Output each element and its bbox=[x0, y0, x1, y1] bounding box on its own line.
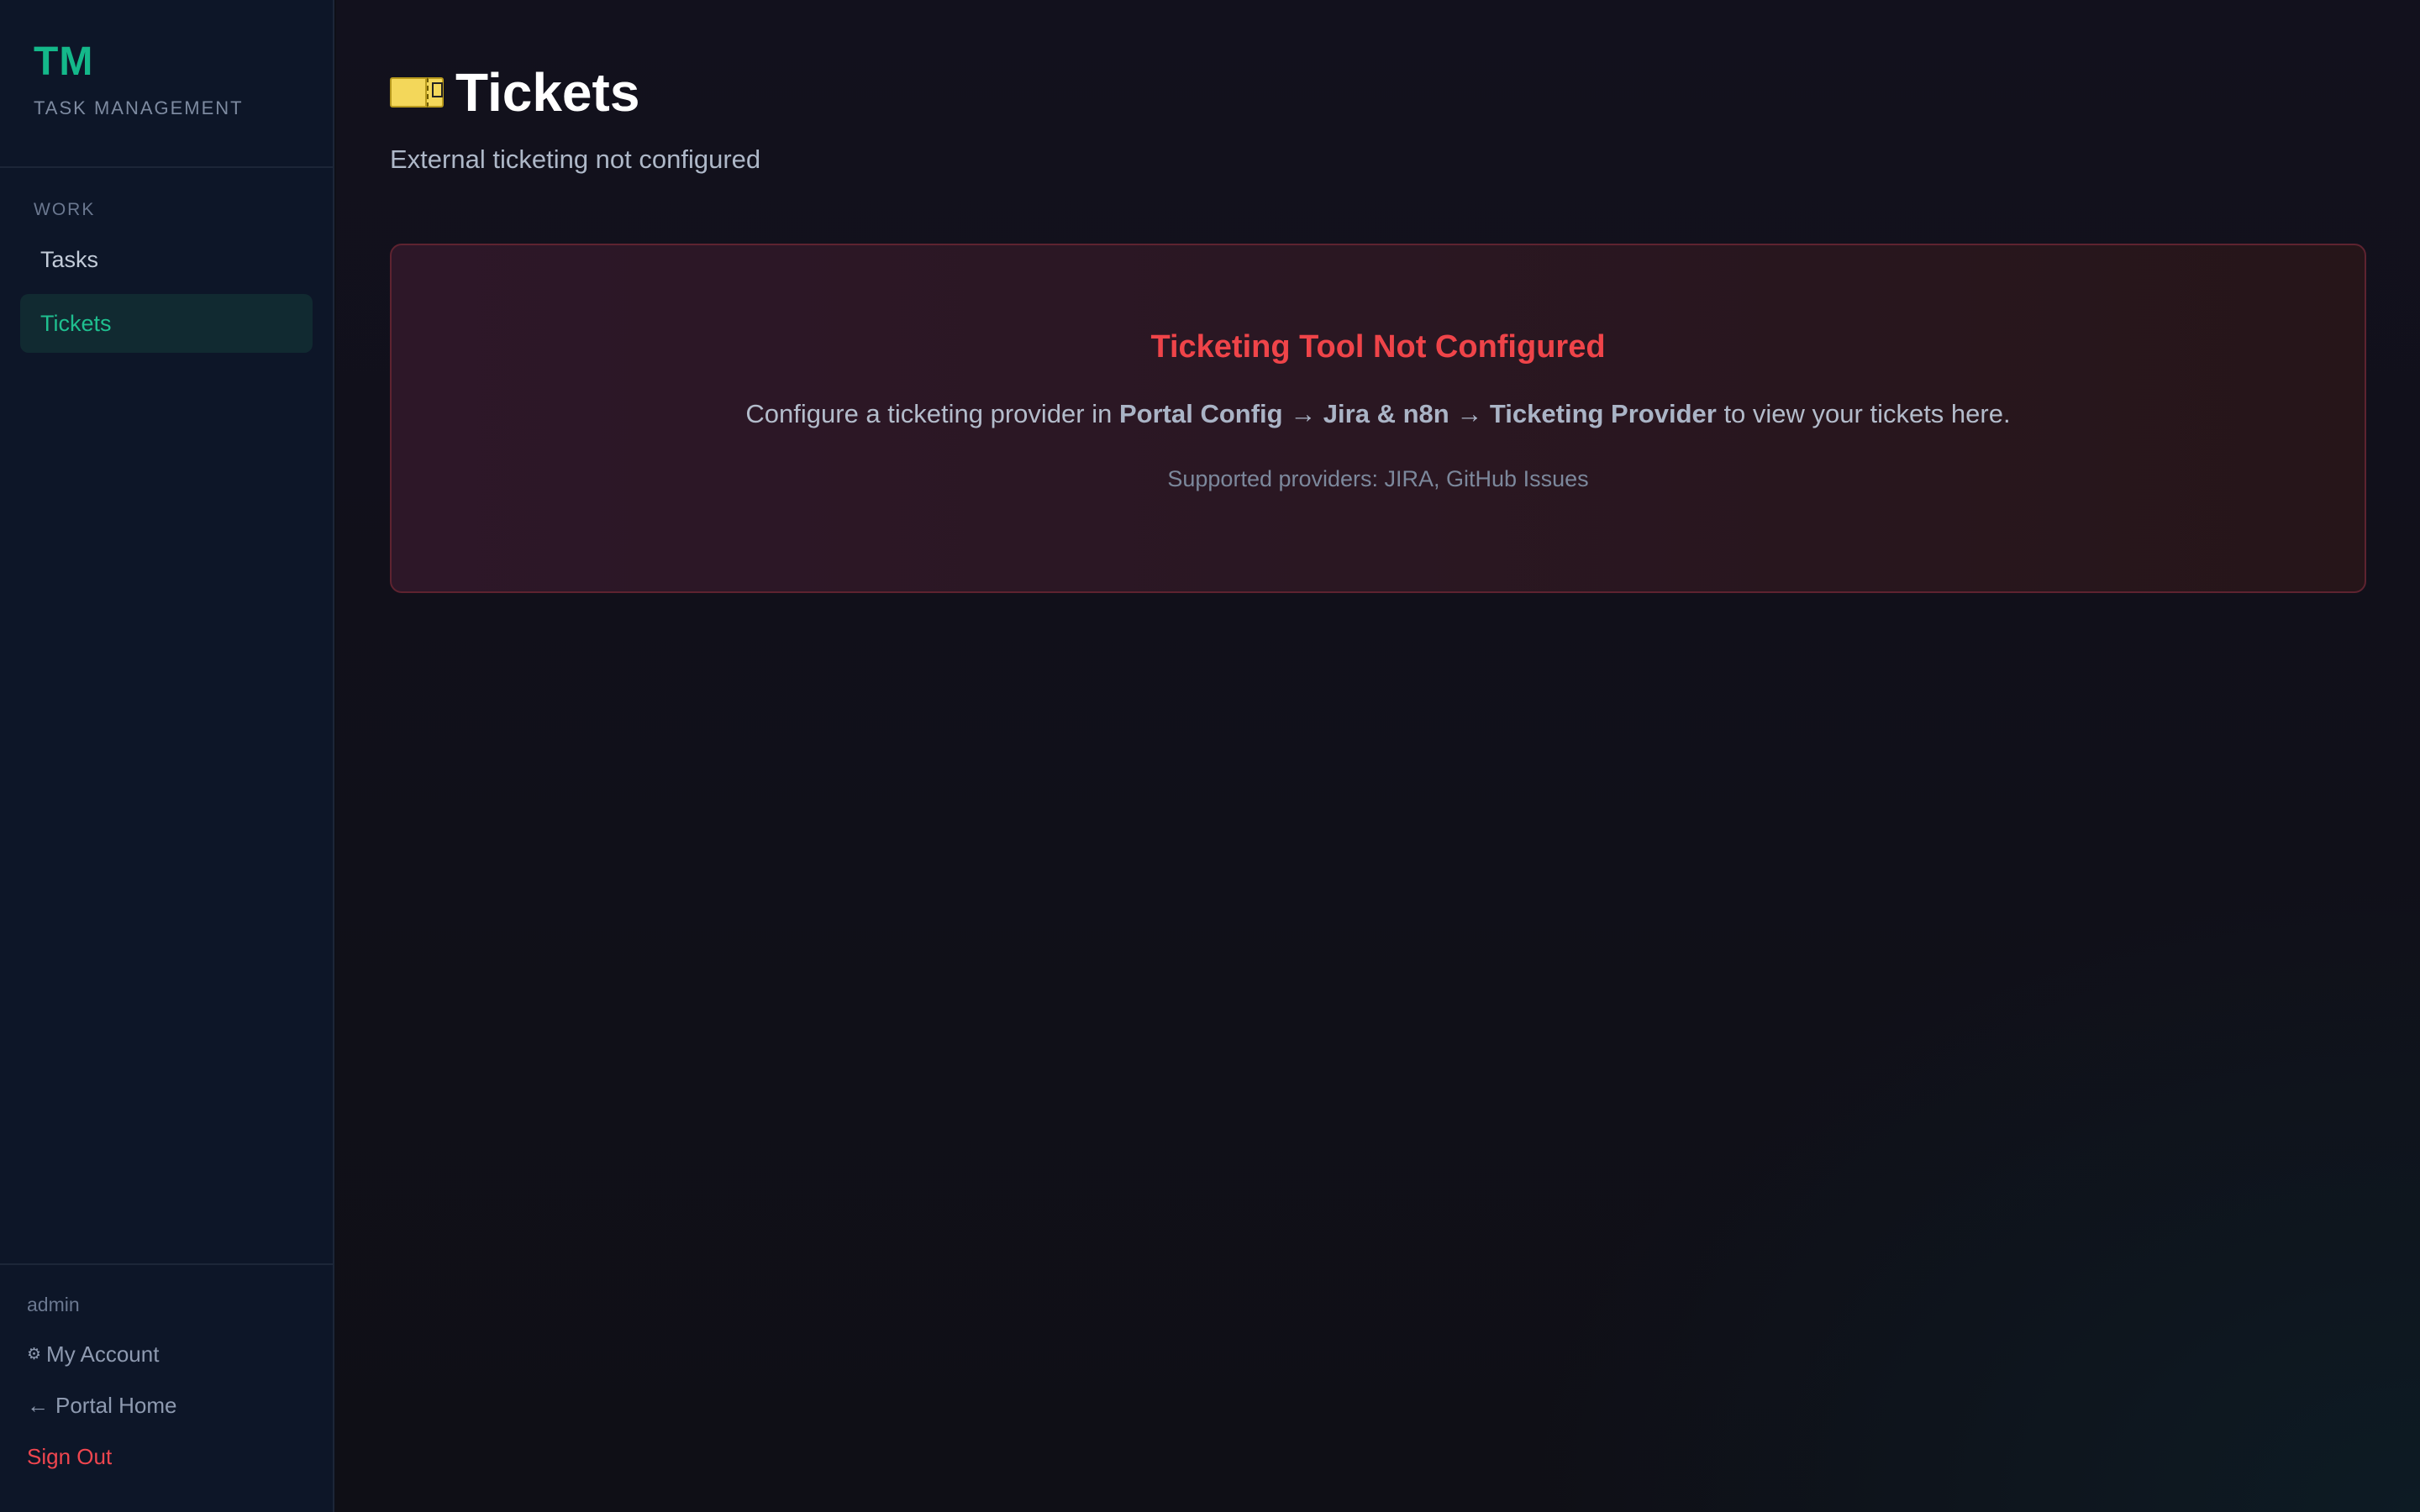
current-user: admin bbox=[27, 1294, 80, 1315]
page-header: Tickets External ticketing not configure… bbox=[390, 66, 760, 175]
arrow-left-icon: ← bbox=[27, 1393, 49, 1418]
alert-message-prefix: Configure a ticketing provider in bbox=[745, 399, 1119, 428]
my-account-link[interactable]: ⚙ My Account bbox=[27, 1341, 333, 1368]
title-row: Tickets bbox=[390, 66, 760, 119]
sidebar-item-label: Tasks bbox=[40, 246, 99, 272]
main-content: Tickets External ticketing not configure… bbox=[336, 0, 2420, 1512]
gear-icon: ⚙ bbox=[27, 1346, 42, 1363]
sidebar-item-tasks[interactable]: Tasks bbox=[20, 230, 313, 289]
portal-home-link[interactable]: ← Portal Home bbox=[27, 1393, 333, 1419]
sidebar-item-label: Tickets bbox=[40, 310, 112, 336]
alert-title: Ticketing Tool Not Configured bbox=[1150, 329, 1606, 365]
sidebar-item-tickets[interactable]: Tickets bbox=[20, 294, 313, 353]
supported-providers: Supported providers: JIRA, GitHub Issues bbox=[1167, 466, 1589, 491]
alert-message: Configure a ticketing provider in Portal… bbox=[392, 399, 2365, 429]
not-configured-alert: Ticketing Tool Not Configured Configure … bbox=[390, 244, 2366, 593]
my-account-label: My Account bbox=[46, 1341, 160, 1367]
page-title: Tickets bbox=[455, 62, 640, 123]
ticket-icon bbox=[390, 77, 444, 108]
sign-out-link[interactable]: Sign Out bbox=[27, 1444, 333, 1470]
nav-section-label: WORK bbox=[34, 200, 96, 219]
sidebar: TM TASK MANAGEMENT WORK Tasks Tickets ad… bbox=[0, 0, 334, 1512]
brand-subtitle: TASK MANAGEMENT bbox=[34, 97, 244, 118]
brand: TM TASK MANAGEMENT bbox=[0, 0, 333, 168]
portal-home-label: Portal Home bbox=[55, 1393, 177, 1418]
page-subtitle: External ticketing not configured bbox=[390, 144, 761, 174]
sign-out-label: Sign Out bbox=[27, 1444, 113, 1469]
alert-message-suffix: to view your tickets here. bbox=[1716, 399, 2011, 428]
brand-logo[interactable]: TM bbox=[34, 42, 299, 82]
config-path: Portal Config → Jira & n8n → Ticketing P… bbox=[1118, 399, 1717, 428]
sidebar-footer: admin ⚙ My Account ← Portal Home Sign Ou… bbox=[0, 1263, 333, 1512]
